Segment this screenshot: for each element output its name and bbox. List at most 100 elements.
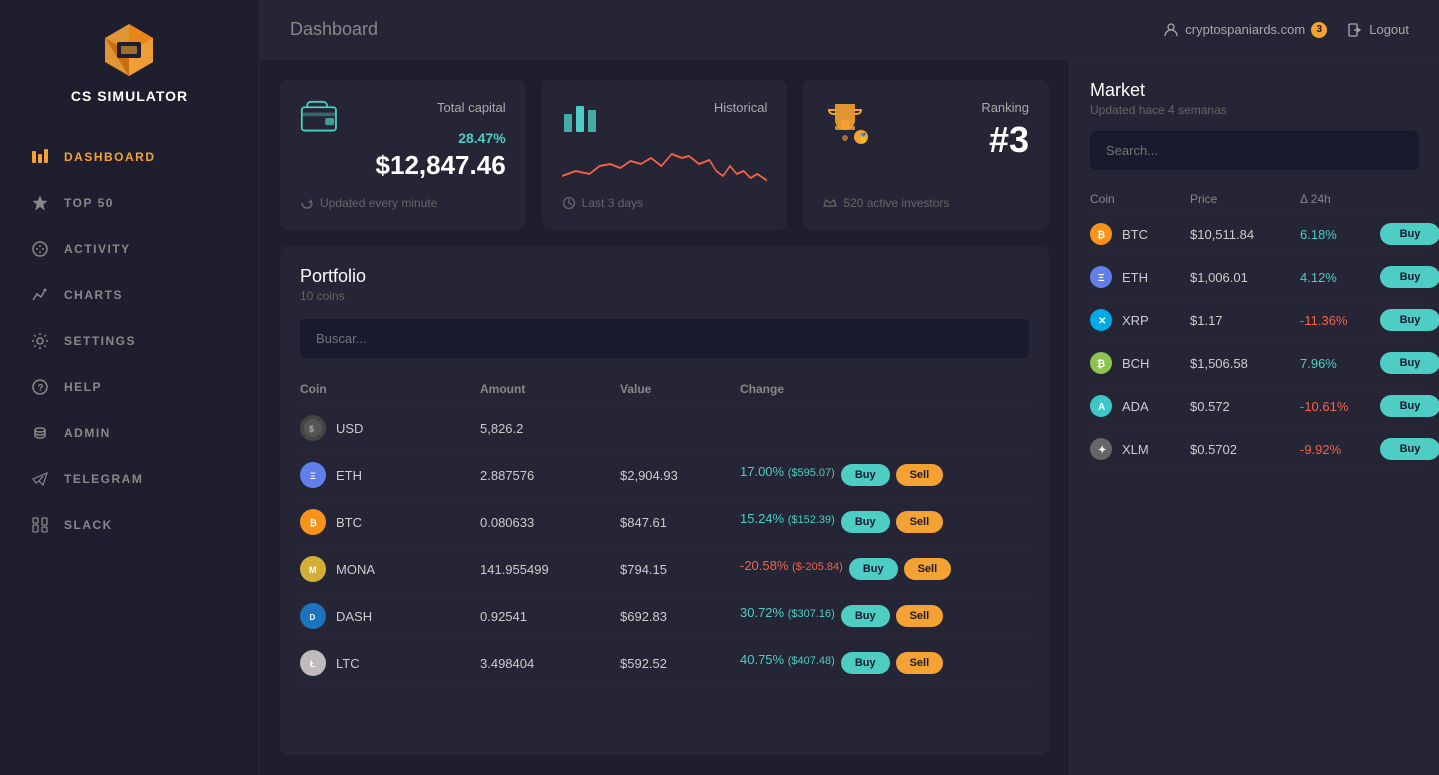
coin-name-mona: MONA (336, 562, 375, 577)
ranking-subtitle: 520 active investors (843, 196, 949, 210)
coin-name-eth: ETH (336, 468, 362, 483)
market-price-ada: $0.572 (1190, 399, 1300, 414)
change-mona: -20.58% ($-205.84) (740, 558, 843, 580)
market-title: Market (1090, 80, 1419, 101)
buy-mona-button[interactable]: Buy (849, 558, 898, 580)
portfolio-search[interactable] (300, 319, 1029, 358)
amount-eth: 2.887576 (480, 468, 620, 483)
market-buy-xrp[interactable]: Buy (1380, 309, 1439, 331)
value-ltc: $592.52 (620, 656, 740, 671)
main-content: Dashboard cryptospaniards.com 3 Logout (260, 0, 1439, 775)
sidebar-item-help[interactable]: ? HELP (0, 364, 259, 410)
portfolio-section: Portfolio 10 coins Coin Amount Value Cha… (280, 246, 1049, 755)
table-row: $ USD 5,826.2 (300, 405, 1029, 452)
market-search[interactable] (1090, 131, 1419, 170)
market-row-xlm: ✦ XLM $0.5702 -9.92% Buy (1090, 428, 1419, 471)
sidebar-item-dashboard[interactable]: DASHBOARD (0, 134, 259, 180)
wallet-icon (300, 100, 340, 136)
market-row-btc: ₿ BTC $10,511.84 6.18% Buy (1090, 213, 1419, 256)
sell-mona-button[interactable]: Sell (904, 558, 952, 580)
activity-label: ACTIVITY (64, 242, 131, 256)
market-coin-name-eth: ETH (1122, 270, 1148, 285)
sidebar-item-settings[interactable]: SETTINGS (0, 318, 259, 364)
market-buy-bch[interactable]: Buy (1380, 352, 1439, 374)
sell-btc-button[interactable]: Sell (896, 511, 944, 533)
sidebar-item-admin[interactable]: ADMIN (0, 410, 259, 456)
sell-eth-button[interactable]: Sell (896, 464, 944, 486)
content-area: Total capital 28.47% $12,847.46 (260, 60, 1439, 775)
market-change-ada: -10.61% (1300, 399, 1380, 414)
right-panel: Market Updated hace 4 semanas Coin Price… (1069, 60, 1439, 775)
buy-dash-button[interactable]: Buy (841, 605, 890, 627)
historical-card: Historical Last 3 days (542, 80, 788, 230)
clock-icon (562, 196, 576, 210)
sidebar-item-charts[interactable]: CHARTS (0, 272, 259, 318)
market-change-bch: 7.96% (1300, 356, 1380, 371)
coin-cell-dash: D DASH (300, 603, 480, 629)
market-price-xlm: $0.5702 (1190, 442, 1300, 457)
market-table-header: Coin Price Δ 24h (1090, 186, 1419, 213)
sidebar-item-activity[interactable]: ACTIVITY (0, 226, 259, 272)
market-buy-eth[interactable]: Buy (1380, 266, 1439, 288)
market-col-coin: Coin (1090, 192, 1190, 206)
value-eth: $2,904.93 (620, 468, 740, 483)
sidebar-item-top50[interactable]: TOP 50 (0, 180, 259, 226)
market-row-xrp: ✕ XRP $1.17 -11.36% Buy (1090, 299, 1419, 342)
sidebar-item-slack[interactable]: SLACK (0, 502, 259, 548)
buy-eth-button[interactable]: Buy (841, 464, 890, 486)
svg-text:🥇: 🥇 (858, 132, 869, 144)
change-dash: 30.72% ($307.16) (740, 605, 835, 627)
svg-text:₿: ₿ (1097, 358, 1105, 370)
change-btc: 15.24% ($152.39) (740, 511, 835, 533)
market-coin-name-bch: BCH (1122, 356, 1149, 371)
market-coin-bch: ₿ BCH (1090, 352, 1190, 374)
svg-text:✦: ✦ (1098, 445, 1106, 456)
sidebar-item-telegram[interactable]: TELEGRAM (0, 456, 259, 502)
market-xrp-icon: ✕ (1090, 309, 1112, 331)
header: Dashboard cryptospaniards.com 3 Logout (260, 0, 1439, 60)
settings-label: SETTINGS (64, 334, 136, 348)
table-row: ₿ BTC 0.080633 $847.61 15.24% ($152.39) … (300, 499, 1029, 546)
svg-text:Ξ: Ξ (1098, 273, 1105, 284)
slack-icon (30, 515, 50, 535)
market-buy-xlm[interactable]: Buy (1380, 438, 1439, 460)
sell-ltc-button[interactable]: Sell (896, 652, 944, 674)
coin-name-dash: DASH (336, 609, 372, 624)
market-coin-name-xrp: XRP (1122, 313, 1149, 328)
eth-coin-icon: Ξ (300, 462, 326, 488)
buy-ltc-button[interactable]: Buy (841, 652, 890, 674)
table-row: D DASH 0.92541 $692.83 30.72% ($307.16) … (300, 593, 1029, 640)
historical-title: Historical (714, 100, 767, 115)
navigation: DASHBOARD TOP 50 (0, 134, 259, 548)
total-capital-title: Total capital (340, 100, 506, 115)
market-coin-name-btc: BTC (1122, 227, 1148, 242)
coin-cell-eth: Ξ ETH (300, 462, 480, 488)
svg-text:₿: ₿ (1097, 229, 1105, 241)
portfolio-table-header: Coin Amount Value Change (300, 374, 1029, 405)
page-title: Dashboard (290, 19, 378, 40)
market-buy-btc[interactable]: Buy (1380, 223, 1439, 245)
value-mona: $794.15 (620, 562, 740, 577)
svg-text:Ξ: Ξ (310, 471, 316, 481)
market-row-eth: Ξ ETH $1,006.01 4.12% Buy (1090, 256, 1419, 299)
dashboard-label: DASHBOARD (64, 150, 156, 164)
market-buy-ada[interactable]: Buy (1380, 395, 1439, 417)
logo-text: CS SIMULATOR (71, 88, 188, 104)
market-coin-xrp: ✕ XRP (1090, 309, 1190, 331)
action-buttons-dash: 30.72% ($307.16) Buy Sell (740, 605, 1029, 627)
amount-usd: 5,826.2 (480, 421, 620, 436)
sidebar: CS SIMULATOR DASHBOARD (0, 0, 260, 775)
market-ada-icon: A (1090, 395, 1112, 417)
table-row: Ł LTC 3.498404 $592.52 40.75% ($407.48) … (300, 640, 1029, 687)
svg-text:A: A (1098, 402, 1105, 413)
logout-button[interactable]: Logout (1347, 22, 1409, 38)
sell-dash-button[interactable]: Sell (896, 605, 944, 627)
market-col-price: Price (1190, 192, 1300, 206)
market-coin-ada: A ADA (1090, 395, 1190, 417)
market-col-change: Δ 24h (1300, 192, 1380, 206)
logo-area: CS SIMULATOR (71, 20, 188, 104)
left-panel: Total capital 28.47% $12,847.46 (260, 60, 1069, 775)
buy-btc-button[interactable]: Buy (841, 511, 890, 533)
historical-subtitle: Last 3 days (582, 196, 643, 210)
market-subtitle: Updated hace 4 semanas (1090, 103, 1419, 117)
